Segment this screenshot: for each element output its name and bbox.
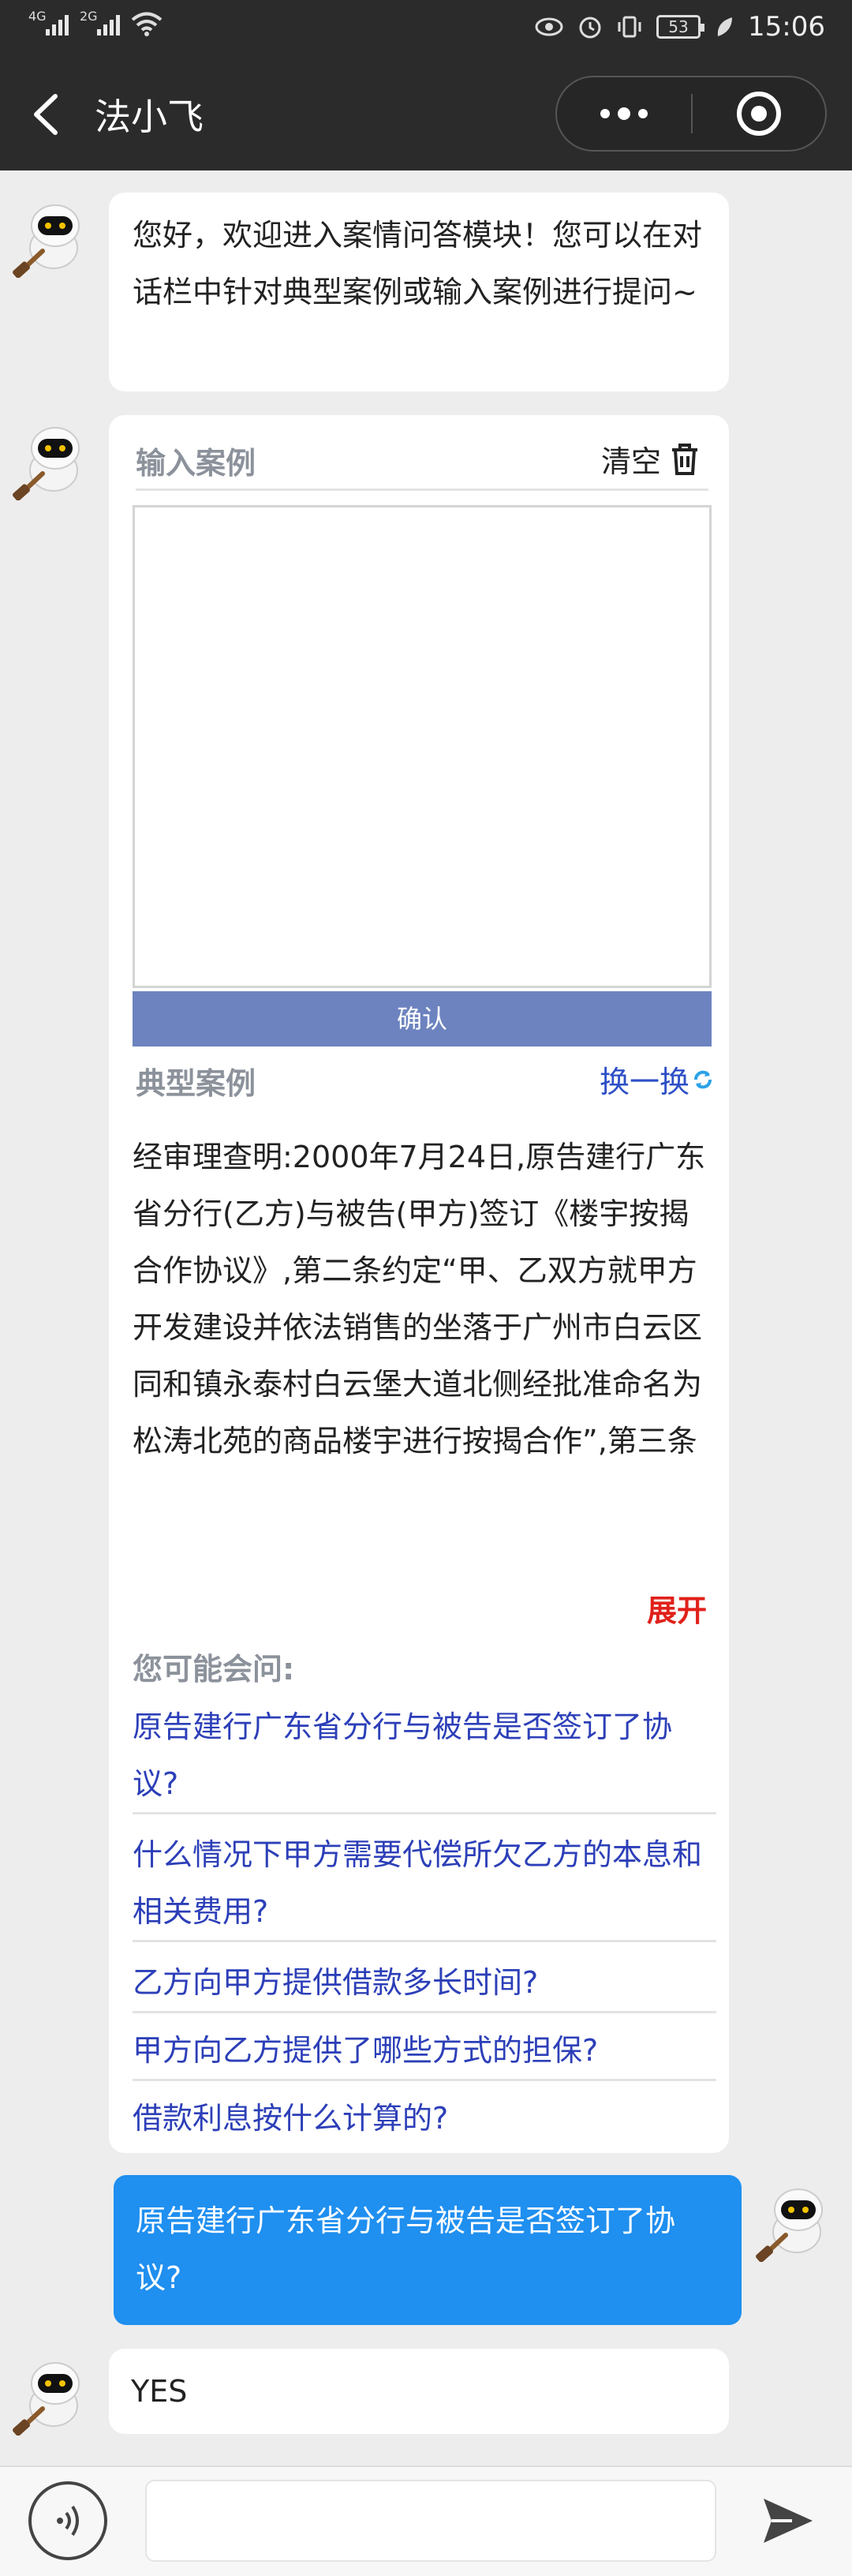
welcome-message-bubble: 您好，欢迎进入案情问答模块！您可以在对话栏中针对典型案例或输入案例进行提问~ <box>109 193 729 391</box>
message-input[interactable] <box>145 2480 716 2562</box>
clock: 15:06 <box>748 11 825 43</box>
suggested-question[interactable]: 借款利息按什么计算的? <box>133 2090 716 2147</box>
suggested-question[interactable]: 甲方向乙方提供了哪些方式的担保? <box>133 2022 716 2081</box>
typical-case-header: 典型案例 换一换 <box>136 1056 713 1111</box>
status-icons: 53 15:06 <box>535 11 825 43</box>
battery-level: 53 <box>668 17 689 36</box>
input-case-title: 输入案例 <box>136 446 256 481</box>
voice-icon <box>57 2505 79 2537</box>
trash-icon <box>672 443 697 475</box>
swap-button[interactable]: 换一换 <box>600 1058 713 1101</box>
signal-2g-icon: 2G <box>80 9 120 36</box>
clear-label: 清空 <box>600 444 661 479</box>
more-menu-button[interactable] <box>557 77 691 150</box>
input-case-header: 输入案例 清空 <box>136 436 708 491</box>
suggested-question[interactable]: 原告建行广东省分行与被告是否签订了协议? <box>133 1698 716 1814</box>
network-indicators: 4G 2G <box>28 9 163 36</box>
network-type-label: 4G <box>28 9 47 24</box>
alarm-icon <box>579 17 601 39</box>
welcome-text: 您好，欢迎进入案情问答模块！您可以在对话栏中针对典型案例或输入案例进行提问~ <box>133 218 703 309</box>
wifi-icon <box>131 12 163 36</box>
page-title: 法小飞 <box>95 95 204 138</box>
user-message-text: 原告建行广东省分行与被告是否签订了协议? <box>136 2203 676 2295</box>
composer-bar <box>0 2466 852 2576</box>
signal-4g-icon: 4G <box>28 9 69 36</box>
status-bar: 4G 2G 53 15:06 <box>0 0 852 57</box>
bot-answer-text: YES <box>131 2374 188 2409</box>
clear-button[interactable]: 清空 <box>601 437 701 481</box>
swap-label: 换一换 <box>599 1065 689 1099</box>
send-icon[interactable] <box>760 2496 816 2546</box>
suggested-question[interactable]: 乙方向甲方提供借款多长时间? <box>133 1954 716 2013</box>
target-icon <box>737 92 781 136</box>
suggested-questions-title: 您可能会问: <box>133 1652 295 1687</box>
expand-button[interactable]: 展开 <box>647 1586 707 1630</box>
dot-icon <box>618 107 630 120</box>
battery-indicator: 53 <box>656 15 705 39</box>
suggested-question[interactable]: 什么情况下甲方需要代偿所欠乙方的本息和相关费用? <box>133 1826 716 1942</box>
miniprogram-capsule <box>555 76 827 152</box>
nav-bar: 法小飞 <box>0 57 852 170</box>
leaf-icon <box>717 17 733 36</box>
typical-case-text: 经审理查明:2000年7月24日,原告建行广东省分行(乙方)与被告(甲方)签订《… <box>133 1140 706 1458</box>
vibrate-icon <box>618 16 641 38</box>
dot-icon <box>638 109 648 118</box>
back-arrow-icon[interactable] <box>24 87 71 142</box>
user-message-bubble: 原告建行广东省分行与被告是否签订了协议? <box>114 2175 742 2325</box>
bot-avatar <box>13 427 80 500</box>
typical-case-title: 典型案例 <box>136 1066 256 1101</box>
confirm-button[interactable]: 确认 <box>133 991 712 1046</box>
bot-avatar <box>13 2362 80 2436</box>
eye-icon <box>535 17 563 36</box>
user-avatar <box>756 2188 823 2262</box>
dot-icon <box>600 109 610 118</box>
case-input-textarea[interactable] <box>133 505 712 988</box>
voice-input-button[interactable] <box>28 2481 107 2560</box>
case-card-bubble: 输入案例 清空 确认 典型案例 换一换 经审理查明:2000年7月24日,原告建… <box>109 415 729 2153</box>
refresh-icon <box>694 1070 712 1088</box>
bot-answer-bubble: YES <box>109 2349 729 2434</box>
exit-miniprogram-button[interactable] <box>693 77 825 150</box>
network-type-label: 2G <box>80 9 98 24</box>
bot-avatar <box>13 204 80 278</box>
